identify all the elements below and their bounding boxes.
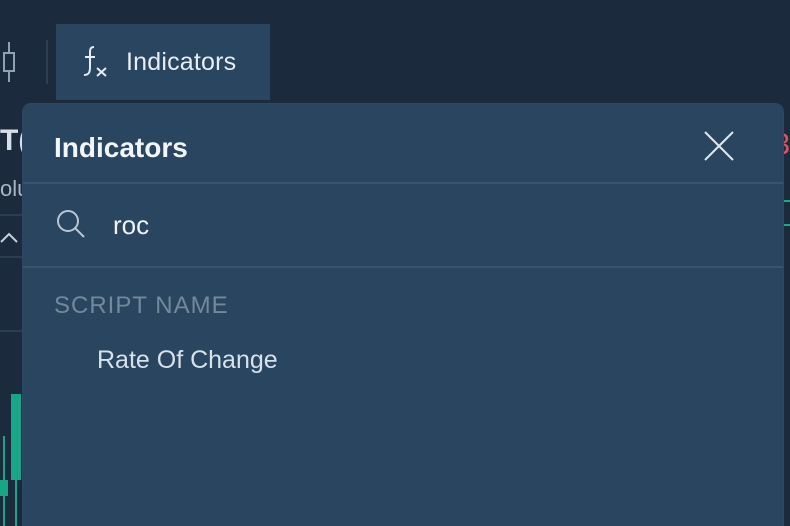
result-item-rate-of-change[interactable]: Rate Of Change <box>97 346 278 375</box>
indicators-button-label: Indicators <box>126 47 237 76</box>
chevron-up-icon <box>0 232 18 243</box>
toolbar-divider <box>46 40 48 84</box>
chart-page: Indicators T( olu 3 Indicators <box>0 0 790 526</box>
indicators-button[interactable]: Indicators <box>56 24 270 100</box>
close-icon <box>704 131 734 161</box>
pane-divider <box>0 330 24 332</box>
candle-wick <box>15 480 17 526</box>
function-icon <box>80 45 110 79</box>
collapse-button[interactable] <box>0 228 20 248</box>
pane-divider <box>0 256 24 258</box>
chart-type-button[interactable] <box>0 40 22 86</box>
dialog-title: Indicators <box>54 132 188 163</box>
top-toolbar: Indicators <box>0 0 790 104</box>
pane-divider <box>0 214 24 216</box>
candle-wick <box>3 436 5 526</box>
candlestick-icon <box>3 42 15 82</box>
search-icon <box>55 208 87 240</box>
close-button[interactable] <box>701 128 737 164</box>
dialog-header: Indicators <box>23 104 783 184</box>
search-input[interactable] <box>113 204 753 246</box>
section-label: SCRIPT NAME <box>54 292 229 319</box>
price-marker-fragment <box>782 200 790 226</box>
candle-body <box>11 394 21 480</box>
search-row <box>23 184 783 268</box>
indicators-dialog: Indicators SCRIPT NAME Rate Of Change <box>23 104 783 526</box>
